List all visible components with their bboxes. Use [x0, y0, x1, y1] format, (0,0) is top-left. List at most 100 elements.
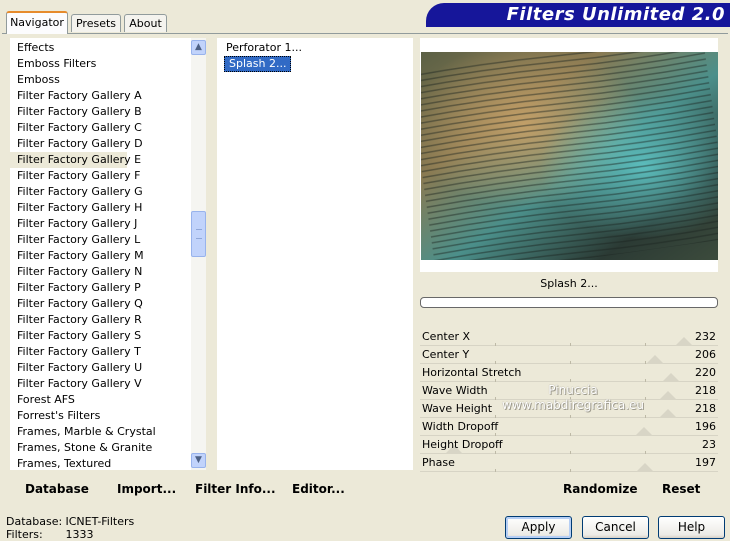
category-item[interactable]: Filter Factory Gallery B	[10, 104, 142, 120]
category-item[interactable]: Emboss	[10, 72, 60, 88]
param-slider[interactable]: Width Dropoff 196	[420, 418, 718, 436]
category-item[interactable]: Frames, Marble & Crystal	[10, 424, 156, 440]
slider-thumb[interactable]	[675, 337, 693, 346]
category-item[interactable]: Forrest's Filters	[10, 408, 100, 424]
category-item[interactable]: Filter Factory Gallery L	[10, 232, 140, 248]
category-item[interactable]: Frames, Stone & Granite	[10, 440, 152, 456]
left-toolbar: Database Import... Filter Info... Editor…	[10, 476, 413, 498]
category-item[interactable]: Filter Factory Gallery P	[10, 280, 141, 296]
category-item[interactable]: Filter Factory Gallery S	[10, 328, 141, 344]
database-button[interactable]: Database	[25, 482, 89, 496]
param-value: 206	[695, 348, 716, 361]
category-item[interactable]: Filter Factory Gallery H	[10, 200, 142, 216]
help-button-label: Help	[677, 520, 706, 534]
progress-bar	[420, 297, 718, 308]
editor-button[interactable]: Editor...	[292, 482, 345, 496]
title-banner: Filters Unlimited 2.0	[426, 3, 730, 27]
import-button[interactable]: Import...	[117, 482, 176, 496]
slider-thumb[interactable]	[635, 427, 653, 436]
tab-navigator-label: Navigator	[10, 16, 64, 29]
status-database: Database: ICNET-Filters	[6, 515, 186, 528]
scroll-down-button[interactable]: ▼	[191, 453, 206, 468]
category-item[interactable]: Filter Factory Gallery R	[10, 312, 142, 328]
param-slider[interactable]: Height Dropoff 23	[420, 436, 718, 454]
param-slider[interactable]: Wave Height 218	[420, 400, 718, 418]
category-item[interactable]: Filter Factory Gallery F	[10, 168, 140, 184]
tab-about[interactable]: About	[124, 14, 167, 32]
category-item[interactable]: Filter Factory Gallery D	[10, 136, 143, 152]
param-slider[interactable]: Phase 197	[420, 454, 718, 472]
param-label: Phase	[422, 456, 455, 469]
current-filter-name: Splash 2...	[540, 277, 598, 290]
parameters-panel: Center X 232 Center Y 206 Horizontal Stretch…	[420, 328, 718, 472]
param-value: 218	[695, 384, 716, 397]
filter-item[interactable]: Splash 2...	[224, 56, 292, 72]
filter-list[interactable]: Perforator 1... Splash 2...	[217, 38, 413, 470]
tab-presets[interactable]: Presets	[71, 14, 121, 32]
tab-about-label: About	[129, 17, 162, 30]
param-slider[interactable]: Horizontal Stretch 220	[420, 364, 718, 382]
category-item[interactable]: Filter Factory Gallery Q	[10, 296, 143, 312]
category-item[interactable]: Filter Factory Gallery G	[10, 184, 143, 200]
param-value: 197	[695, 456, 716, 469]
param-value: 218	[695, 402, 716, 415]
param-value: 23	[702, 438, 716, 451]
tab-navigator[interactable]: Navigator	[6, 11, 68, 34]
param-slider[interactable]: Wave Width 218	[420, 382, 718, 400]
apply-button[interactable]: Apply	[505, 516, 572, 539]
param-value: 196	[695, 420, 716, 433]
reset-button[interactable]: Reset	[662, 482, 700, 496]
category-item[interactable]: Filter Factory Gallery A	[10, 88, 142, 104]
app-title: Filters Unlimited 2.0	[506, 4, 725, 25]
filter-info-button[interactable]: Filter Info...	[195, 482, 276, 496]
category-item[interactable]: Frames, Textured	[10, 456, 111, 470]
slider-tick	[570, 469, 571, 472]
chevron-down-icon: ▼	[195, 455, 202, 465]
preview-image: Pinuccia	[421, 52, 718, 260]
scroll-thumb[interactable]	[191, 211, 206, 257]
category-item[interactable]: Effects	[10, 40, 54, 56]
chevron-up-icon: ▲	[195, 42, 202, 52]
slider-tick	[495, 469, 496, 472]
status-database-label: Database:	[6, 515, 63, 528]
status-database-value: ICNET-Filters	[65, 515, 135, 528]
preview-image-art	[421, 52, 718, 260]
randomize-button[interactable]: Randomize	[563, 482, 637, 496]
scroll-up-button[interactable]: ▲	[191, 40, 206, 55]
slider-thumb[interactable]	[646, 355, 664, 364]
param-label: Wave Height	[422, 402, 493, 415]
apply-button-label: Apply	[521, 520, 556, 534]
category-item[interactable]: Filter Factory Gallery M	[10, 248, 144, 264]
status-filters-label: Filters:	[6, 528, 43, 541]
category-item[interactable]: Filter Factory Gallery T	[10, 344, 141, 360]
category-item[interactable]: Filter Factory Gallery N	[10, 264, 142, 280]
cancel-button[interactable]: Cancel	[582, 516, 649, 539]
filter-item[interactable]: Perforator 1...	[219, 40, 302, 56]
param-slider[interactable]: Center Y 206	[420, 346, 718, 364]
param-label: Center X	[422, 330, 471, 343]
right-toolbar: Randomize Reset	[420, 476, 718, 498]
slider-thumb[interactable]	[662, 373, 680, 382]
category-item[interactable]: Filter Factory Gallery V	[10, 376, 142, 392]
slider-thumb[interactable]	[659, 409, 677, 418]
category-item[interactable]: Filter Factory Gallery J	[10, 216, 137, 232]
param-label: Wave Width	[422, 384, 488, 397]
param-label: Center Y	[422, 348, 470, 361]
category-item[interactable]: Filter Factory Gallery U	[10, 360, 142, 376]
category-item[interactable]: Emboss Filters	[10, 56, 96, 72]
preview-panel: Pinuccia	[420, 38, 718, 272]
param-value: 232	[695, 330, 716, 343]
param-value: 220	[695, 366, 716, 379]
category-scrollbar[interactable]: ▲ ▼	[191, 38, 206, 470]
category-item[interactable]: Forest AFS	[10, 392, 75, 408]
slider-thumb[interactable]	[659, 391, 677, 400]
category-item[interactable]: Filter Factory Gallery C	[10, 120, 142, 136]
category-item[interactable]: Filter Factory Gallery E	[10, 152, 141, 168]
param-slider[interactable]: Center X 232	[420, 328, 718, 346]
category-list[interactable]: Effects Emboss Filters Emboss Filter Factor…	[10, 38, 192, 470]
param-label: Horizontal Stretch	[422, 366, 522, 379]
help-button[interactable]: Help	[658, 516, 725, 539]
tab-presets-label: Presets	[75, 17, 117, 30]
cancel-button-label: Cancel	[595, 520, 636, 534]
slider-thumb[interactable]	[636, 463, 654, 472]
